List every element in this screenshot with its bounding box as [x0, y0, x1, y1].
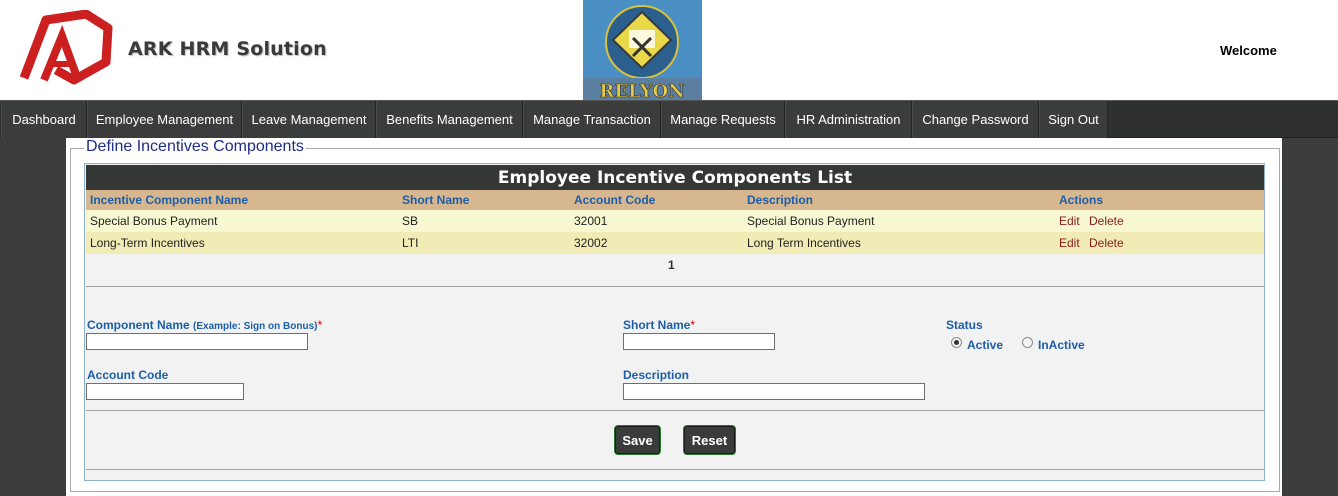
- nav-employee-management[interactable]: Employee Management: [87, 101, 242, 138]
- nav-change-password[interactable]: Change Password: [912, 101, 1039, 138]
- cell-account-code: 32001: [574, 214, 608, 228]
- status-inactive-radio[interactable]: [1022, 337, 1033, 348]
- component-name-label: Component Name (Example: Sign on Bonus)*: [87, 318, 322, 332]
- divider: [86, 469, 1264, 470]
- grid-header-row: Incentive Component Name Short Name Acco…: [86, 190, 1264, 210]
- status-active-radio[interactable]: [951, 337, 962, 348]
- relyon-logo: RELYON: [583, 0, 702, 102]
- description-label: Description: [623, 368, 690, 382]
- cell-short-name: LTI: [402, 236, 419, 250]
- required-mark: *: [317, 318, 323, 332]
- nav-benefits-management[interactable]: Benefits Management: [376, 101, 523, 138]
- status-active-label[interactable]: Active: [967, 338, 1003, 352]
- header: ARK HRM Solution RELYON Welcome: [0, 0, 1338, 102]
- nav-hr-administration[interactable]: HR Administration: [785, 101, 912, 138]
- status-label: Status: [946, 318, 983, 332]
- left-gutter: [0, 138, 66, 496]
- required-mark: *: [690, 318, 696, 332]
- relyon-badge-icon: RELYON: [583, 0, 702, 102]
- ark-logo[interactable]: ARK HRM Solution: [16, 10, 327, 92]
- table-row: Special Bonus Payment SB 32001 Special B…: [86, 210, 1264, 232]
- cell-description: Long Term Incentives: [747, 236, 861, 250]
- save-button[interactable]: Save: [614, 425, 661, 455]
- col-header-component-name[interactable]: Incentive Component Name: [90, 193, 248, 207]
- table-row: Long-Term Incentives LTI 32002 Long Term…: [86, 232, 1264, 254]
- delete-link[interactable]: Delete: [1089, 236, 1124, 250]
- divider: [86, 286, 1264, 287]
- col-header-short-name[interactable]: Short Name: [402, 193, 469, 207]
- cell-component-name: Special Bonus Payment: [90, 214, 218, 228]
- ark-logo-icon: [19, 10, 113, 85]
- right-gutter: [1282, 138, 1338, 496]
- col-header-actions: Actions: [1059, 193, 1104, 207]
- grid-title: Employee Incentive Components List: [86, 165, 1264, 190]
- edit-link[interactable]: Edit: [1059, 236, 1080, 250]
- col-header-description[interactable]: Description: [747, 193, 813, 207]
- cell-short-name: SB: [402, 214, 419, 228]
- delete-link[interactable]: Delete: [1089, 214, 1124, 228]
- short-name-input[interactable]: [623, 333, 775, 350]
- pager-page-1[interactable]: 1: [668, 258, 675, 272]
- reset-button[interactable]: Reset: [683, 425, 736, 455]
- divider: [86, 410, 1264, 411]
- component-name-input[interactable]: [86, 333, 308, 350]
- short-name-label-text: Short Name: [623, 318, 691, 332]
- short-name-label: Short Name*: [623, 318, 695, 332]
- section-legend: Define Incentives Components: [84, 138, 306, 156]
- cell-account-code: 32002: [574, 236, 608, 250]
- welcome-text: Welcome: [1220, 43, 1277, 58]
- account-code-input[interactable]: [86, 383, 244, 400]
- edit-link[interactable]: Edit: [1059, 214, 1080, 228]
- brand-name: ARK HRM Solution: [128, 38, 327, 60]
- col-header-account-code[interactable]: Account Code: [574, 193, 655, 207]
- main-nav: Dashboard Employee Management Leave Mana…: [0, 100, 1338, 138]
- cell-description: Special Bonus Payment: [747, 214, 875, 228]
- nav-manage-requests[interactable]: Manage Requests: [661, 101, 785, 138]
- relyon-text: RELYON: [599, 81, 684, 100]
- status-inactive-label[interactable]: InActive: [1038, 338, 1085, 352]
- nav-sign-out[interactable]: Sign Out: [1039, 101, 1108, 138]
- component-name-hint: (Example: Sign on Bonus): [193, 321, 318, 332]
- component-name-label-text: Component Name: [87, 318, 190, 332]
- account-code-label: Account Code: [87, 368, 169, 382]
- nav-leave-management[interactable]: Leave Management: [242, 101, 376, 138]
- nav-dashboard[interactable]: Dashboard: [1, 101, 87, 138]
- description-input[interactable]: [623, 383, 925, 400]
- cell-component-name: Long-Term Incentives: [90, 236, 205, 250]
- nav-manage-transaction[interactable]: Manage Transaction: [523, 101, 661, 138]
